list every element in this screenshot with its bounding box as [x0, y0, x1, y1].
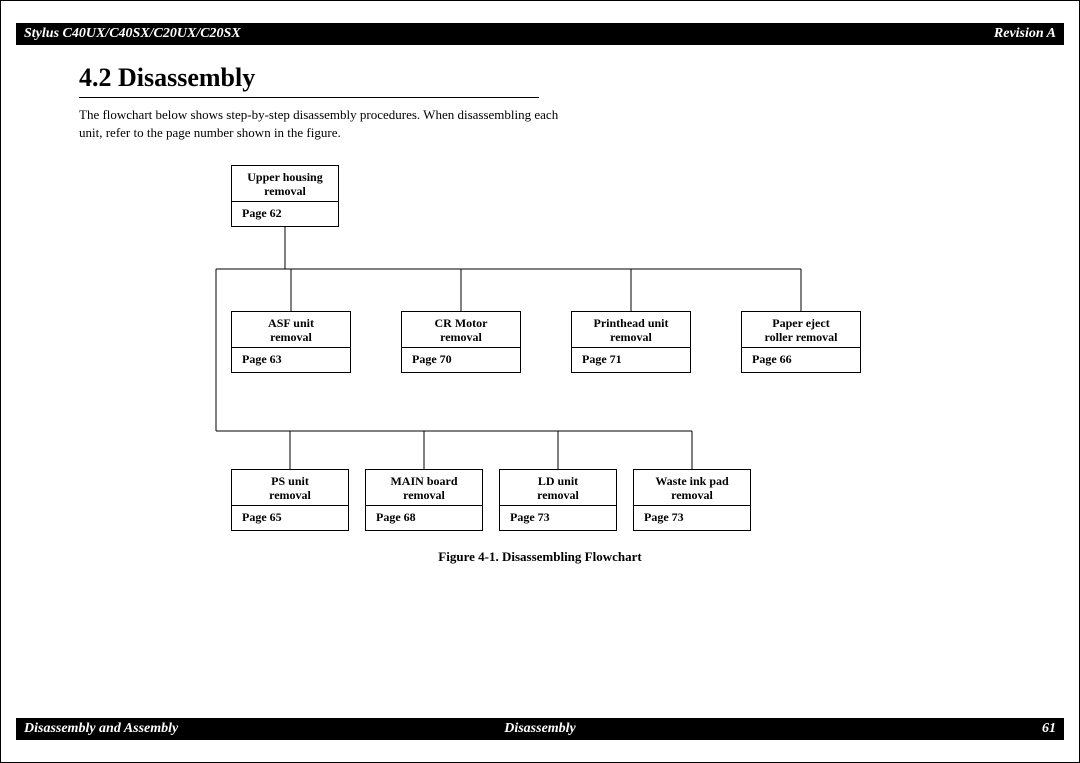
node-page: Page 73 — [634, 506, 750, 530]
footer-left: Disassembly and Assembly — [24, 721, 178, 737]
header-left: Stylus C40UX/C40SX/C20UX/C20SX — [24, 26, 241, 42]
node-title: CR Motorremoval — [402, 312, 520, 348]
node-title: PS unitremoval — [232, 470, 348, 506]
node-upper-housing: Upper housingremoval Page 62 — [231, 165, 339, 227]
node-page: Page 73 — [500, 506, 616, 530]
node-page: Page 68 — [366, 506, 482, 530]
footer-bar: Disassembly and Assembly Disassembly 61 — [16, 718, 1064, 740]
node-title: Upper housingremoval — [232, 166, 338, 202]
page: Stylus C40UX/C40SX/C20UX/C20SX Revision … — [0, 0, 1080, 763]
node-page: Page 71 — [572, 348, 690, 372]
title-rule — [79, 97, 539, 98]
node-title: MAIN boardremoval — [366, 470, 482, 506]
node-title: Waste ink padremoval — [634, 470, 750, 506]
node-ld-unit: LD unitremoval Page 73 — [499, 469, 617, 531]
node-title: Paper ejectroller removal — [742, 312, 860, 348]
node-title: Printhead unitremoval — [572, 312, 690, 348]
section-title: 4.2 Disassembly — [79, 63, 255, 93]
node-page: Page 65 — [232, 506, 348, 530]
node-title: LD unitremoval — [500, 470, 616, 506]
intro-text: The flowchart below shows step-by-step d… — [79, 106, 559, 141]
node-paper-eject: Paper ejectroller removal Page 66 — [741, 311, 861, 373]
node-printhead: Printhead unitremoval Page 71 — [571, 311, 691, 373]
footer-center: Disassembly — [504, 721, 576, 737]
node-page: Page 66 — [742, 348, 860, 372]
node-page: Page 70 — [402, 348, 520, 372]
node-title: ASF unitremoval — [232, 312, 350, 348]
node-waste-ink: Waste ink padremoval Page 73 — [633, 469, 751, 531]
header-right: Revision A — [994, 26, 1056, 42]
node-page: Page 63 — [232, 348, 350, 372]
footer-right: 61 — [1042, 721, 1056, 737]
node-main-board: MAIN boardremoval Page 68 — [365, 469, 483, 531]
node-cr-motor: CR Motorremoval Page 70 — [401, 311, 521, 373]
node-asf-unit: ASF unitremoval Page 63 — [231, 311, 351, 373]
figure-caption: Figure 4-1. Disassembling Flowchart — [1, 549, 1079, 565]
node-page: Page 62 — [232, 202, 338, 226]
header-bar: Stylus C40UX/C40SX/C20UX/C20SX Revision … — [16, 23, 1064, 45]
node-ps-unit: PS unitremoval Page 65 — [231, 469, 349, 531]
